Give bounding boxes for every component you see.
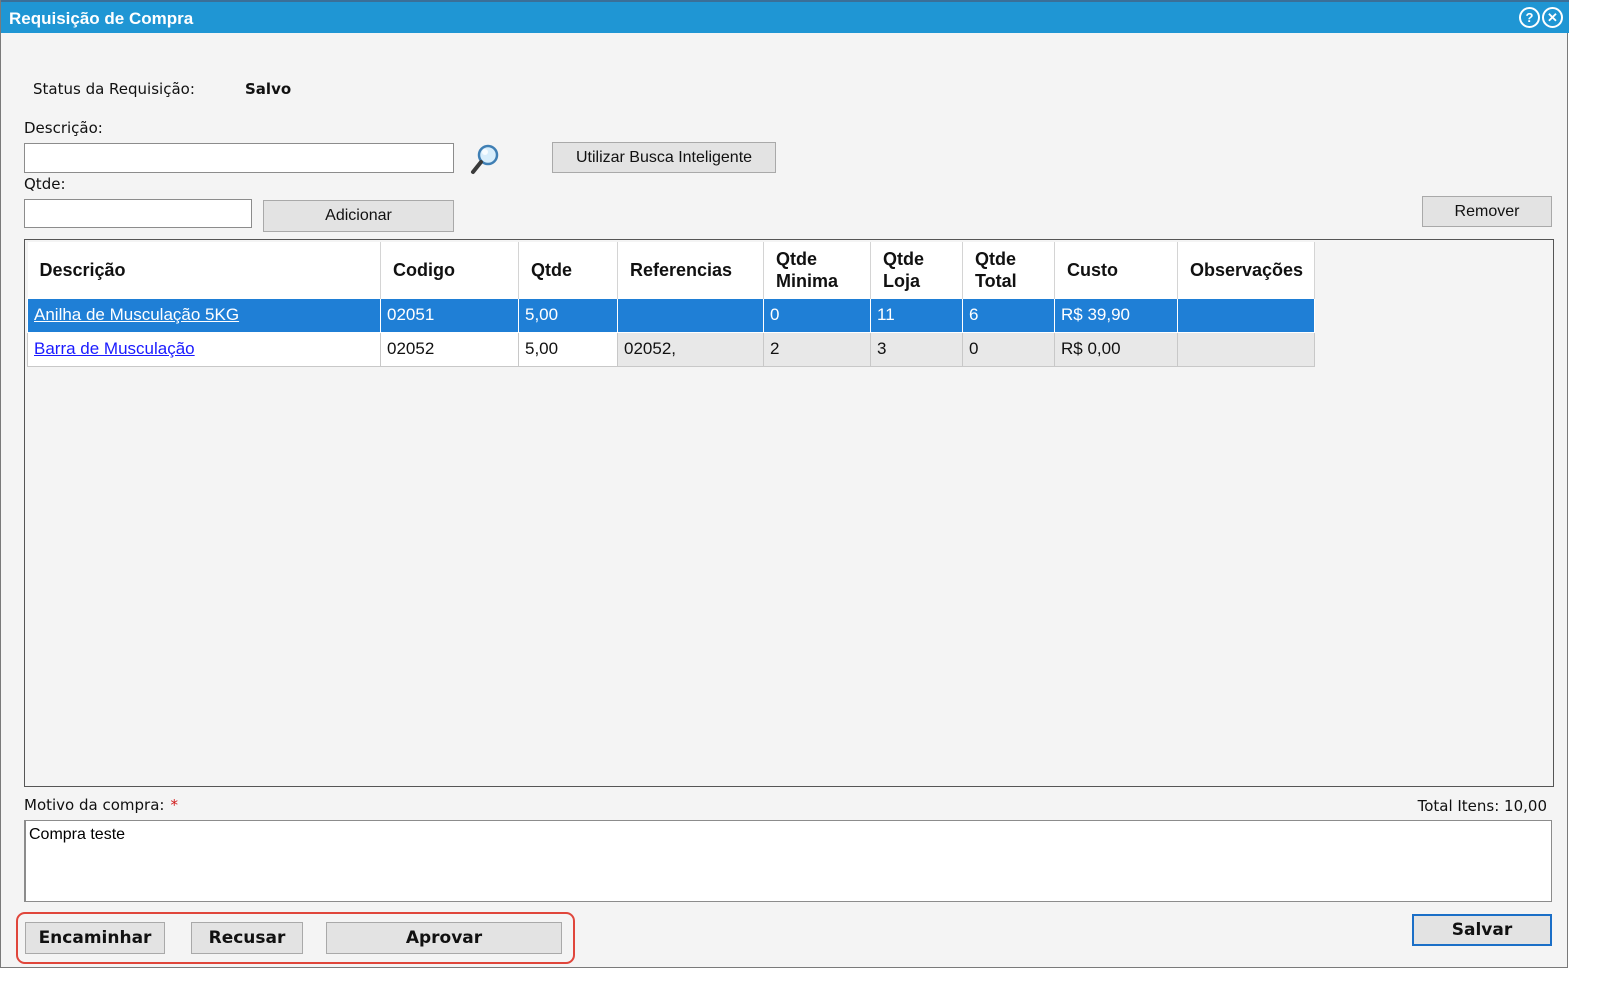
qtde-label: Qtde:: [24, 175, 66, 193]
item-link[interactable]: Anilha de Musculação 5KG: [34, 305, 239, 324]
col-descricao[interactable]: Descrição: [27, 242, 381, 298]
cell-observacoes[interactable]: [1177, 331, 1315, 367]
cell-descricao[interactable]: Barra de Musculação: [27, 331, 381, 367]
motivo-textarea[interactable]: Compra teste: [24, 820, 1552, 902]
cell-qtde-loja[interactable]: 3: [870, 331, 963, 367]
total-itens: Total Itens: 10,00: [1417, 797, 1547, 815]
cell-codigo[interactable]: 02051: [380, 297, 519, 333]
cell-descricao[interactable]: Anilha de Musculação 5KG: [27, 297, 381, 333]
encaminhar-button[interactable]: Encaminhar: [25, 922, 165, 954]
col-custo[interactable]: Custo: [1054, 242, 1178, 298]
cell-qtde-loja[interactable]: 11: [870, 297, 963, 333]
table-row[interactable]: Anilha de Musculação 5KG 02051 5,00 0 11…: [27, 297, 1315, 333]
close-icon[interactable]: ✕: [1542, 7, 1563, 28]
motivo-label-text: Motivo da compra:: [24, 796, 165, 814]
cell-custo[interactable]: R$ 0,00: [1054, 331, 1178, 367]
title-icons: ? ✕: [1519, 7, 1563, 28]
motivo-label: Motivo da compra: *: [24, 796, 178, 814]
status-label: Status da Requisição:: [33, 80, 195, 98]
table-row[interactable]: Barra de Musculação 02052 5,00 02052, 2 …: [27, 331, 1315, 367]
smart-search-button[interactable]: Utilizar Busca Inteligente: [552, 142, 776, 173]
descricao-input[interactable]: [24, 143, 454, 173]
cell-referencias[interactable]: [617, 297, 764, 333]
recusar-button[interactable]: Recusar: [191, 922, 303, 954]
cell-qtde-minima[interactable]: 0: [763, 297, 871, 333]
title-bar: Requisição de Compra ? ✕: [1, 0, 1569, 33]
item-link[interactable]: Barra de Musculação: [34, 339, 195, 358]
cell-qtde-total[interactable]: 6: [962, 297, 1055, 333]
aprovar-button[interactable]: Aprovar: [326, 922, 562, 954]
remove-button[interactable]: Remover: [1422, 196, 1552, 227]
col-qtde-loja[interactable]: Qtde Loja: [870, 242, 963, 298]
status-value: Salvo: [245, 80, 292, 98]
purchase-requisition-window: Requisição de Compra ? ✕ Status da Requi…: [0, 0, 1569, 968]
window-title: Requisição de Compra: [9, 9, 194, 28]
cell-observacoes[interactable]: [1177, 297, 1315, 333]
col-qtde-total[interactable]: Qtde Total: [962, 242, 1055, 298]
items-table: Descrição Codigo Qtde Referencias Qtde M…: [27, 242, 1315, 367]
search-icon[interactable]: [468, 142, 502, 176]
cell-custo[interactable]: R$ 39,90: [1054, 297, 1178, 333]
col-observacoes[interactable]: Observações: [1177, 242, 1315, 298]
cell-codigo[interactable]: 02052: [380, 331, 519, 367]
salvar-button[interactable]: Salvar: [1412, 914, 1552, 946]
col-qtde-minima[interactable]: Qtde Minima: [763, 242, 871, 298]
cell-qtde-total[interactable]: 0: [962, 331, 1055, 367]
col-referencias[interactable]: Referencias: [617, 242, 764, 298]
add-button[interactable]: Adicionar: [263, 200, 454, 232]
required-mark: *: [170, 796, 178, 814]
cell-referencias[interactable]: 02052,: [617, 331, 764, 367]
cell-qtde[interactable]: 5,00: [518, 297, 618, 333]
table-header: Descrição Codigo Qtde Referencias Qtde M…: [27, 242, 1315, 298]
items-grid: Descrição Codigo Qtde Referencias Qtde M…: [24, 239, 1554, 787]
qtde-input[interactable]: [24, 199, 252, 228]
col-qtde[interactable]: Qtde: [518, 242, 618, 298]
descricao-label: Descrição:: [24, 119, 103, 137]
help-icon[interactable]: ?: [1519, 7, 1540, 28]
col-codigo[interactable]: Codigo: [380, 242, 519, 298]
cell-qtde[interactable]: 5,00: [518, 331, 618, 367]
cell-qtde-minima[interactable]: 2: [763, 331, 871, 367]
